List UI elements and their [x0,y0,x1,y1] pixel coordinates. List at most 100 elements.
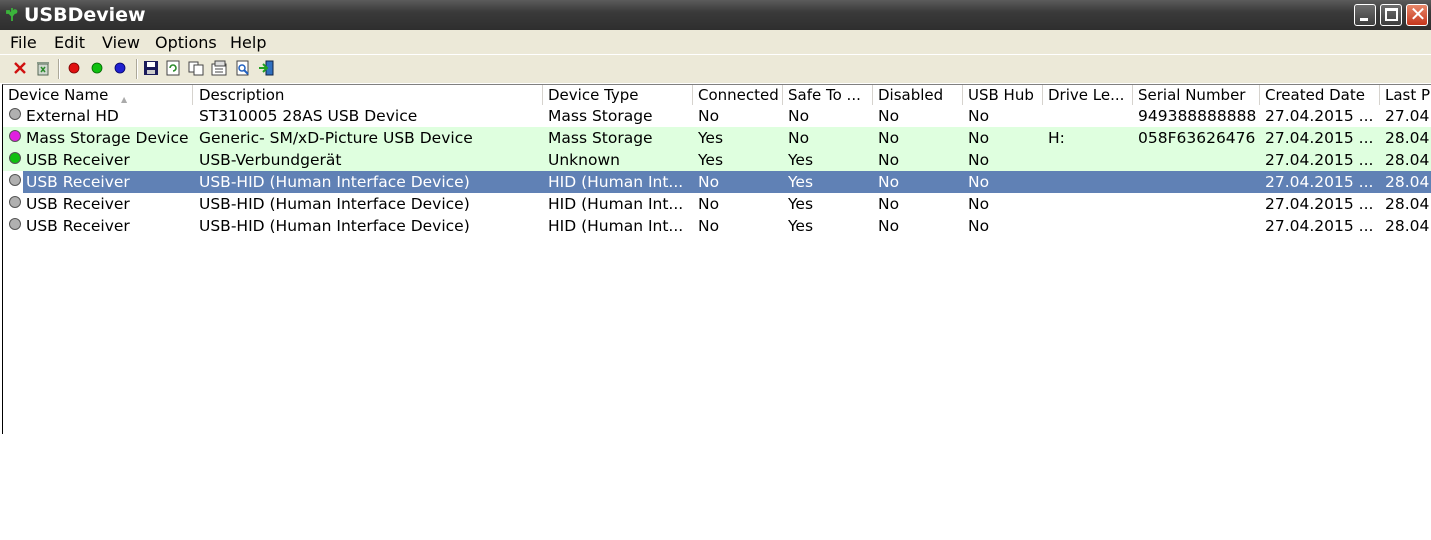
cell-safe-to-unplug: Yes [788,195,814,213]
column-header-usb-hub[interactable]: USB Hub [963,85,1043,105]
cell-created-date: 27.04.2015 ... [1265,217,1374,235]
cell-device-type: HID (Human Int... [548,195,684,213]
menu-help[interactable]: Help [230,33,266,52]
cell-connected: Yes [698,129,724,147]
window-title: USBDeview [24,4,146,26]
menu-edit[interactable]: Edit [54,33,85,52]
exit-icon[interactable] [257,59,275,77]
cell-last-plug: 28.04. [1385,129,1431,147]
cell-device-name: USB Receiver [26,151,130,169]
cell-disabled: No [878,217,900,235]
copy-icon[interactable] [187,59,205,77]
cell-drive-letter [1043,105,1133,127]
properties-icon[interactable] [210,59,228,77]
cell-connected: No [698,195,720,213]
maximize-icon [1385,8,1398,21]
cell-usb-hub: No [968,107,990,125]
cell-connected: No [698,173,720,191]
cell-serial-number: 058F63626476 [1138,129,1256,147]
cell-disabled: No [878,151,900,169]
cell-last-plug: 28.04. [1385,217,1431,235]
refresh-icon[interactable] [164,59,182,77]
menu-view[interactable]: View [102,33,140,52]
cell-created-date: 27.04.2015 ... [1265,107,1374,125]
cell-usb-hub: No [968,151,990,169]
status-green-icon [9,152,21,164]
close-button[interactable]: ✕ [1406,3,1428,26]
uninstall-icon[interactable] [34,59,52,77]
column-header-description[interactable]: Description [194,85,543,105]
cell-disabled: No [878,195,900,213]
cell-safe-to-unplug: Yes [788,151,814,169]
disconnect-red-icon[interactable] [65,59,83,77]
cell-connected: Yes [698,151,724,169]
delete-icon[interactable] [11,59,29,77]
connect-green-icon[interactable] [88,59,106,77]
menu-bar: File Edit View Options Help [0,30,1431,54]
maximize-button[interactable] [1380,4,1402,26]
cell-usb-hub: No [968,217,990,235]
status-gray-icon [9,218,21,230]
column-header-disabled[interactable]: Disabled [873,85,963,105]
table-row[interactable]: USB Receiver USB-HID (Human Interface Dev… [3,193,1431,215]
cell-disabled: No [878,173,900,191]
cell-usb-hub: No [968,129,990,147]
cell-device-name: External HD [26,107,119,125]
cell-description: USB-Verbundgerät [199,151,342,169]
cell-serial-number [1133,149,1260,171]
table-row[interactable]: USB Receiver USB-HID (Human Interface Dev… [3,215,1431,237]
cell-device-name: Mass Storage Device [26,129,189,147]
app-window: USBDeview ✕ File Edit View Options Help [0,0,1431,434]
list-header: Device Name ▲ Description Device Type Co… [3,85,1431,105]
sort-ascending-icon: ▲ [121,95,128,104]
cell-drive-letter [1043,171,1133,193]
cell-connected: No [698,107,720,125]
title-bar[interactable]: USBDeview ✕ [0,0,1431,30]
cell-safe-to-unplug: Yes [788,173,814,191]
status-gray-icon [9,196,21,208]
cell-created-date: 27.04.2015 ... [1265,129,1374,147]
table-row[interactable]: Mass Storage Device Generic- SM/xD-Pictur… [3,127,1431,149]
cell-disabled: No [878,129,900,147]
cell-description: ST310005 28AS USB Device [199,107,418,125]
column-header-created-date[interactable]: Created Date [1260,85,1380,105]
cell-drive-letter [1043,149,1133,171]
table-row[interactable]: USB Receiver USB-Verbundgerät Unknown Yes Ye… [3,149,1431,171]
usb-app-icon [6,8,18,21]
column-header-connected[interactable]: Connected [693,85,783,105]
column-header-serial-number[interactable]: Serial Number [1133,85,1260,105]
cell-device-type: Mass Storage [548,129,653,147]
status-gray-icon [9,174,21,186]
status-gray-icon [9,108,21,120]
device-list[interactable]: Device Name ▲ Description Device Type Co… [2,84,1431,434]
cell-created-date: 27.04.2015 ... [1265,151,1374,169]
save-icon[interactable] [142,59,160,77]
table-row[interactable]: USB Receiver USB-HID (Human Interface Dev… [3,171,1431,193]
cell-last-plug: 27.04. [1385,107,1431,125]
cell-device-name: USB Receiver [26,195,130,213]
minimize-button[interactable] [1354,4,1376,26]
cell-device-name: USB Receiver [26,173,130,191]
menu-options[interactable]: Options [155,33,217,52]
cell-safe-to-unplug: Yes [788,217,814,235]
cell-safe-to-unplug: No [788,129,810,147]
column-label: Device Name [8,86,109,104]
minimize-icon [1360,18,1368,21]
column-header-last-plug[interactable]: Last P [1380,85,1431,105]
cell-serial-number [1133,171,1260,193]
column-header-device-name[interactable]: Device Name ▲ [3,85,193,105]
cell-description: Generic- SM/xD-Picture USB Device [199,129,473,147]
cell-drive-letter [1043,193,1133,215]
cell-device-type: Mass Storage [548,107,653,125]
toolbar-separator [58,59,60,79]
cell-serial-number [1133,215,1260,237]
column-header-drive-letter[interactable]: Drive Le... [1043,85,1133,105]
column-header-safe-to-unplug[interactable]: Safe To ... [783,85,873,105]
find-icon[interactable] [234,59,252,77]
menu-file[interactable]: File [10,33,37,52]
table-row[interactable]: External HD ST310005 28AS USB Device Mass … [3,105,1431,127]
blue-dot-icon[interactable] [111,59,129,77]
cell-usb-hub: No [968,195,990,213]
column-header-device-type[interactable]: Device Type [543,85,693,105]
cell-description: USB-HID (Human Interface Device) [199,217,470,235]
